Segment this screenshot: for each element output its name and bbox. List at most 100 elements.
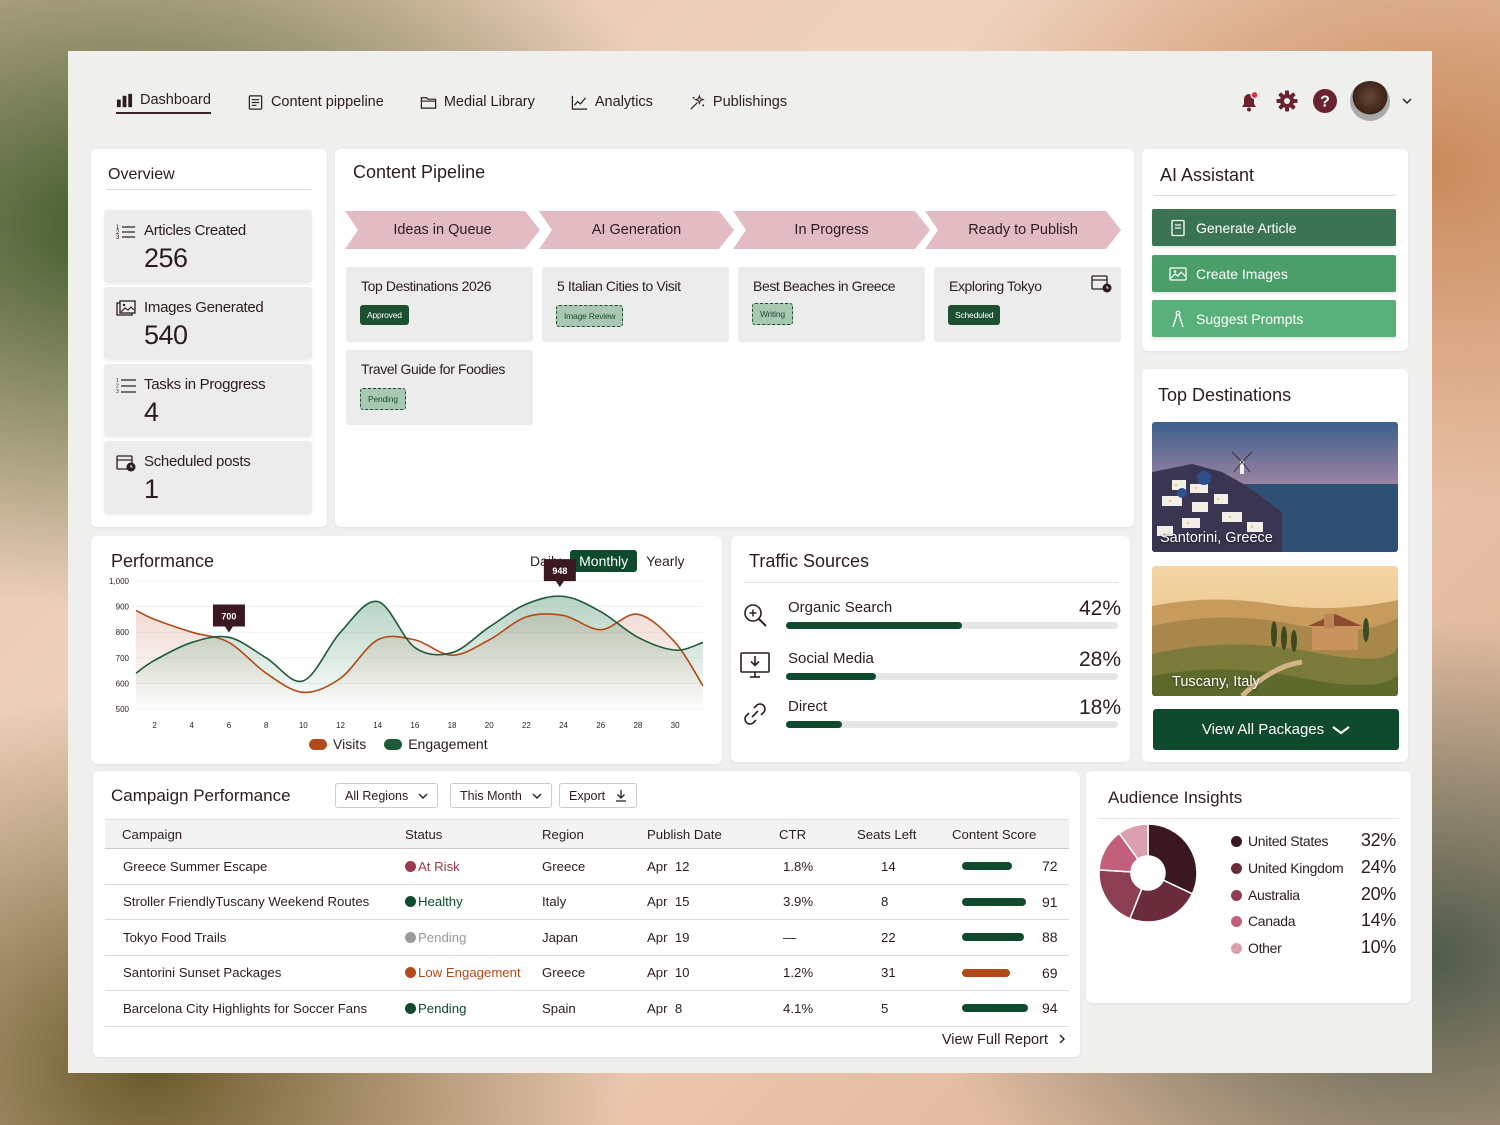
status-label: Pending — [418, 1000, 467, 1016]
traffic-source-direct[interactable]: Direct 18% — [741, 696, 1121, 738]
score-value: 69 — [1042, 964, 1058, 981]
column-header[interactable]: Content Score — [952, 819, 1069, 849]
legend-label: Engagement — [408, 736, 488, 752]
legend-engagement[interactable]: Engagement — [384, 736, 488, 752]
stage-label: Ready to Publish — [968, 222, 1078, 238]
suggest-prompts-button[interactable]: Suggest Prompts — [1152, 300, 1396, 337]
view-full-report-link[interactable]: View Full Report — [942, 1032, 1066, 1048]
segment-percent: 32% — [1360, 830, 1396, 850]
score-cell: 94 — [952, 990, 1069, 1027]
question-icon: ? — [1313, 89, 1337, 113]
sparkle-icon — [690, 93, 705, 110]
legend-swatch — [309, 739, 327, 750]
table-row[interactable]: Stroller FriendlyTuscany Weekend Routes H… — [105, 884, 1069, 920]
stage-ideas[interactable]: Ideas in Queue — [345, 211, 540, 249]
task-card[interactable]: 5 Italian Cities to Visit Image Review — [542, 267, 729, 342]
destination-photo-tuscany[interactable]: Tuscany, Italy — [1152, 566, 1398, 696]
x-tick-label: 12 — [336, 721, 345, 730]
x-tick-label: 30 — [671, 721, 680, 730]
divider — [106, 189, 311, 190]
stage-ready-to-publish[interactable]: Ready to Publish — [925, 211, 1121, 249]
nav-content-pipeline[interactable]: Content pippeline — [247, 89, 384, 115]
task-card[interactable]: Best Beaches in Greece Writing — [738, 267, 925, 342]
stage-ai-generation[interactable]: AI Generation — [539, 211, 734, 249]
stage-in-progress[interactable]: In Progress — [733, 211, 930, 249]
traffic-source-organic[interactable]: Organic Search 42% — [741, 597, 1121, 639]
stat-images[interactable]: Images Generated 540 — [104, 287, 312, 359]
calendar-clock-icon[interactable] — [1091, 274, 1113, 294]
nav-publishings[interactable]: Publishings — [689, 89, 787, 115]
notifications-button[interactable] — [1236, 88, 1262, 114]
column-header[interactable]: Seats Left — [857, 819, 952, 849]
column-header[interactable]: Campaign — [105, 819, 405, 849]
task-card[interactable]: Exploring Tokyo Scheduled — [934, 267, 1121, 342]
view-all-packages-button[interactable]: View All Packages — [1153, 709, 1399, 750]
zoom-in-icon — [744, 604, 767, 627]
segment-name: United States — [1248, 833, 1329, 849]
status-dot — [405, 860, 416, 872]
column-header[interactable]: Publish Date — [647, 819, 777, 849]
status-badge: Approved — [360, 305, 409, 325]
campaign-name: Santorini Sunset Packages — [105, 955, 405, 991]
x-tick-label: 18 — [448, 721, 457, 730]
date-cell: Apr 15 — [647, 884, 777, 920]
nav-dashboard[interactable]: Dashboard — [116, 90, 211, 114]
segment-percent: 10% — [1360, 937, 1396, 958]
create-images-button[interactable]: Create Images — [1152, 255, 1396, 292]
audience-legend-item[interactable]: Canada 14% — [1231, 910, 1396, 934]
segment-name: Australia — [1248, 886, 1300, 903]
period-dropdown[interactable]: This Month — [450, 783, 552, 808]
column-header[interactable]: Status — [405, 819, 542, 849]
task-title: Top Destinations 2026 — [361, 278, 492, 294]
traffic-source-social[interactable]: Social Media 28% — [740, 648, 1121, 690]
stat-value: 540 — [144, 320, 188, 350]
nav-analytics[interactable]: Analytics — [571, 89, 653, 115]
dropdown-label: This Month — [460, 788, 522, 803]
region-cell: Greece — [542, 848, 647, 885]
regions-dropdown[interactable]: All Regions — [335, 783, 439, 808]
help-button[interactable]: ? — [1312, 88, 1338, 114]
settings-button[interactable] — [1274, 88, 1300, 114]
score-cell: 91 — [952, 884, 1069, 920]
audience-legend-item[interactable]: Australia 20% — [1231, 884, 1396, 908]
status-dot — [405, 896, 416, 908]
segment-percent: 14% — [1360, 910, 1396, 931]
table-row[interactable]: Santorini Sunset Packages Low Engagement G… — [105, 955, 1069, 991]
audience-legend-item[interactable]: Other 10% — [1231, 937, 1396, 961]
stat-label: Scheduled posts — [144, 453, 251, 470]
chevron-down-icon[interactable] — [1402, 96, 1412, 106]
stat-tasks[interactable]: 123 Tasks in Proggress 4 — [104, 364, 312, 436]
legend-dot — [1231, 889, 1242, 901]
x-tick-label: 16 — [410, 721, 419, 730]
column-header[interactable]: CTR — [777, 819, 857, 849]
stat-scheduled[interactable]: Scheduled posts 1 — [104, 441, 312, 513]
destination-photo-santorini[interactable]: Santorini, Greece — [1152, 422, 1398, 552]
generate-article-button[interactable]: Generate Article — [1152, 209, 1396, 246]
nav-media-library[interactable]: Medial Library — [420, 89, 535, 115]
task-card[interactable]: Top Destinations 2026 Approved — [346, 267, 533, 342]
campaign-name: Barcelona City Highlights for Soccer Fan… — [105, 990, 405, 1027]
content-pipeline-card: Content Pipeline Ideas in Queue AI Gener… — [335, 149, 1134, 527]
audience-legend-item[interactable]: United Kingdom 24% — [1231, 857, 1396, 881]
export-button[interactable]: Export — [559, 783, 638, 808]
task-card[interactable]: Travel Guide for Foodies Pending — [346, 350, 533, 425]
status-cell: At Risk — [405, 848, 542, 885]
legend-dot — [1231, 836, 1242, 847]
download-icon — [616, 790, 627, 802]
table-row[interactable]: Barcelona City Highlights for Soccer Fan… — [105, 990, 1069, 1027]
score-value: 91 — [1042, 893, 1058, 910]
column-header[interactable]: Region — [542, 819, 647, 849]
top-destinations-card: Top Destinations Santorini, Greece Tusca… — [1142, 369, 1408, 762]
monitor-download-icon — [740, 652, 770, 678]
stat-articles[interactable]: 123 Articles Created 256 — [104, 210, 312, 282]
donut-slice[interactable] — [1147, 823, 1198, 895]
svg-text:3: 3 — [116, 389, 119, 395]
status-label: Pending — [418, 929, 467, 945]
legend-visits[interactable]: Visits — [309, 736, 366, 752]
audience-legend-item[interactable]: United States 32% — [1231, 830, 1396, 854]
table-row[interactable]: Greece Summer Escape At Risk Greece Apr 12 1… — [105, 848, 1069, 885]
table-row[interactable]: Tokyo Food Trails Pending Japan Apr 19—22 88 — [105, 919, 1069, 956]
source-percent: 18% — [1078, 696, 1121, 719]
avatar[interactable] — [1350, 81, 1390, 121]
score-bar — [962, 862, 1012, 871]
